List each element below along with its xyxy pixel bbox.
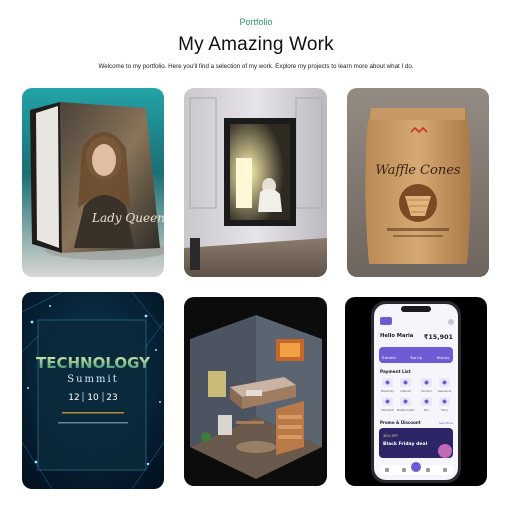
portfolio-page: Portfolio My Amazing Work Welcome to my … [0, 0, 512, 513]
app-action-transfer: Transfer [381, 356, 397, 360]
work-card-framed-room-art[interactable] [184, 88, 327, 277]
app-payment-item: Mobile Credit [397, 408, 414, 412]
app-payment-item: Assurance [438, 389, 452, 393]
app-promo-badge: 30% OFF [383, 434, 398, 438]
work-card-waffle-cones-pouch[interactable]: Waffle Cones [347, 88, 489, 277]
app-payment-item: More [441, 408, 448, 412]
work-card-technology-summit-poster[interactable]: TECHNOLOGY Summit 12 10 23 [22, 292, 164, 489]
work-card-finance-app-mockup[interactable]: Hello Maria ₹15,901 Transfer Top Up Hist… [345, 297, 487, 486]
page-title: My Amazing Work [178, 34, 334, 55]
book-cover-script: Lady Queen [91, 211, 164, 225]
isometric-room-image [184, 297, 327, 486]
app-action-topup: Top Up [409, 356, 423, 360]
app-payment-item: Internet [400, 389, 410, 393]
app-promo-text: Black Friday deal [383, 441, 428, 447]
waffle-cones-pouch-image: Waffle Cones [347, 88, 489, 277]
poster-headline: TECHNOLOGY [36, 354, 151, 372]
app-payment-item: Electricity [381, 389, 394, 393]
pouch-product-name: Waffle Cones [375, 163, 460, 178]
app-promo-link: See More [439, 421, 453, 425]
technology-summit-poster-image: TECHNOLOGY Summit 12 10 23 [22, 292, 164, 489]
app-payment-item: Bill [425, 408, 429, 412]
finance-app-mockup-image: Hello Maria ₹15,901 Transfer Top Up Hist… [345, 297, 487, 486]
poster-subhead: Summit [67, 374, 118, 385]
poster-date-day: 12 [68, 393, 79, 403]
app-greeting: Hello Maria [380, 333, 414, 339]
app-payment-item: Voucher [421, 389, 432, 393]
app-balance: ₹15,901 [424, 333, 453, 341]
app-payment-list-title: Payment List [380, 369, 411, 374]
poster-date-month: 10 [87, 393, 99, 403]
work-card-book-cover[interactable]: Lady Queen [22, 88, 164, 277]
app-promo-title: Promo & Discount [380, 420, 421, 425]
portfolio-eyebrow: Portfolio [239, 17, 273, 27]
book-cover-image: Lady Queen [22, 88, 164, 277]
app-action-history: History [437, 356, 451, 360]
page-subtitle: Welcome to my portfolio. Here you'll fin… [98, 63, 414, 70]
framed-room-art-image [184, 88, 327, 277]
work-card-isometric-room[interactable] [184, 297, 327, 486]
app-payment-item: Merchant [381, 408, 393, 412]
poster-date-year: 23 [106, 393, 117, 403]
